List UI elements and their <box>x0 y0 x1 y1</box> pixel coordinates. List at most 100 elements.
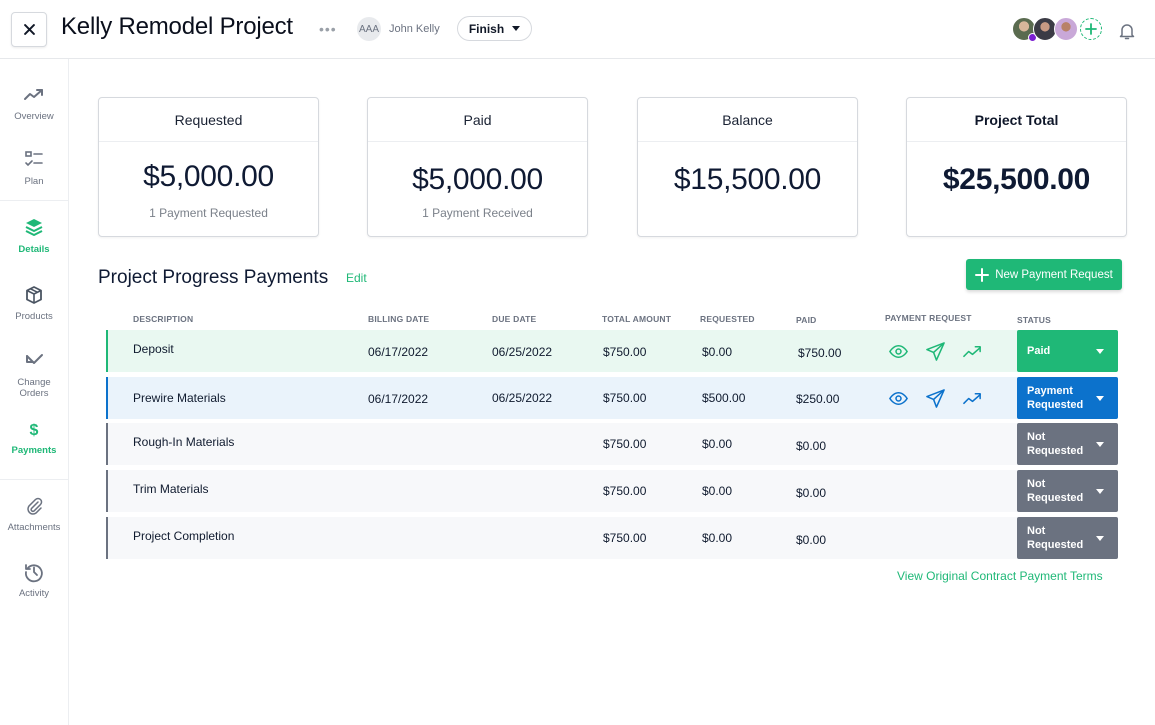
column-header-requested: REQUESTED <box>700 314 755 324</box>
payment-request-actions <box>888 377 983 419</box>
stage-select-value: Finish <box>468 21 505 36</box>
project-title: Kelly Remodel Project <box>61 13 293 40</box>
card-amount: $25,500.00 <box>942 163 1091 196</box>
client-avatar: AAA <box>357 17 381 41</box>
sidebar-item-plan[interactable]: Plan <box>0 149 68 187</box>
view-contract-terms-link[interactable]: View Original Contract Payment Terms <box>897 569 1103 583</box>
more-options-button[interactable]: ••• <box>319 21 337 37</box>
row-description: Prewire Materials <box>133 391 226 405</box>
row-description: Rough-In Materials <box>133 435 235 449</box>
project-client[interactable]: AAA John Kelly <box>357 17 440 41</box>
team-member-avatar[interactable] <box>1054 17 1078 41</box>
row-paid: $750.00 <box>798 346 842 360</box>
row-total-amount: $750.00 <box>603 484 647 498</box>
trending-up-icon[interactable] <box>962 341 983 362</box>
checklist-icon <box>25 151 43 167</box>
paperclip-icon <box>27 497 43 515</box>
card-amount: $5,000.00 <box>412 163 543 196</box>
caret-down-icon <box>1096 536 1104 541</box>
status-label: Not Requested <box>1027 431 1084 457</box>
column-header-due-date: DUE DATE <box>492 314 537 324</box>
table-row[interactable]: Deposit 06/17/2022 06/25/2022 $750.00 $0… <box>106 330 1118 372</box>
status-select[interactable]: Payment Requested <box>1017 377 1118 419</box>
row-paid: $0.00 <box>796 439 827 453</box>
row-description: Project Completion <box>133 529 235 543</box>
card-subtitle: 1 Payment Requested <box>149 206 268 220</box>
status-label: Not Requested <box>1027 478 1084 504</box>
table-row[interactable]: Rough-In Materials $750.00 $0.00 $0.00 N… <box>106 423 1118 465</box>
row-due-date: 06/25/2022 <box>492 345 553 359</box>
column-header-billing-date: BILLING DATE <box>368 314 430 324</box>
column-header-total-amount: TOTAL AMOUNT <box>602 314 672 324</box>
send-icon[interactable] <box>925 341 946 362</box>
table-row[interactable]: Project Completion $750.00 $0.00 $0.00 N… <box>106 517 1118 559</box>
trending-up-icon[interactable] <box>962 388 983 409</box>
status-select[interactable]: Not Requested <box>1017 470 1118 512</box>
project-total-summary-card: Project Total $25,500.00 <box>906 97 1127 237</box>
row-paid: $0.00 <box>796 533 827 547</box>
status-label: Payment Requested <box>1027 385 1084 411</box>
card-title: Paid <box>368 98 587 142</box>
row-requested: $0.00 <box>702 345 733 359</box>
row-paid: $250.00 <box>796 392 840 406</box>
plus-icon <box>1085 23 1097 35</box>
row-description: Deposit <box>133 342 174 356</box>
sidebar-item-attachments[interactable]: Attachments <box>0 495 68 533</box>
status-select[interactable]: Not Requested <box>1017 517 1118 559</box>
payment-request-actions <box>888 330 983 372</box>
row-due-date: 06/25/2022 <box>492 391 553 405</box>
view-eye-icon[interactable] <box>888 388 909 409</box>
client-name: John Kelly <box>389 23 440 35</box>
dollar-icon: $ <box>30 422 39 439</box>
column-header-paid: PAID <box>796 315 817 325</box>
sidebar-item-activity[interactable]: Activity <box>0 561 68 599</box>
row-billing-date: 06/17/2022 <box>368 392 429 406</box>
status-label: Not Requested <box>1027 525 1084 551</box>
sidebar-item-label: Attachments <box>7 522 61 533</box>
edit-link[interactable]: Edit <box>346 271 367 285</box>
table-header: DESCRIPTION BILLING DATE DUE DATE TOTAL … <box>106 313 1116 328</box>
stage-select[interactable]: Finish <box>457 16 532 41</box>
sidebar-item-label: Details <box>18 244 50 255</box>
caret-down-icon <box>512 26 521 31</box>
send-icon[interactable] <box>925 388 946 409</box>
close-button[interactable] <box>11 12 47 47</box>
row-requested: $0.00 <box>702 437 733 451</box>
sidebar-item-details[interactable]: Details <box>0 217 68 255</box>
status-select[interactable]: Paid <box>1017 330 1118 372</box>
sidebar-item-change-orders[interactable]: Change Orders <box>0 350 68 399</box>
notifications-bell-icon[interactable] <box>1117 21 1137 41</box>
table-row[interactable]: Trim Materials $750.00 $0.00 $0.00 Not Re… <box>106 470 1118 512</box>
history-icon <box>25 564 43 583</box>
view-eye-icon[interactable] <box>888 341 909 362</box>
trending-up-icon <box>24 89 43 100</box>
svg-text:$: $ <box>30 422 39 439</box>
plus-icon <box>975 267 990 282</box>
sidebar-divider <box>0 479 68 480</box>
add-team-member-button[interactable] <box>1080 18 1102 40</box>
section-title: Project Progress Payments <box>98 267 329 288</box>
sidebar-item-overview[interactable]: Overview <box>0 84 68 122</box>
balance-summary-card: Balance $15,500.00 <box>637 97 858 237</box>
sidebar-item-payments[interactable]: $ Payments <box>0 418 68 456</box>
row-total-amount: $750.00 <box>603 391 647 405</box>
row-billing-date: 06/17/2022 <box>368 345 429 359</box>
status-select[interactable]: Not Requested <box>1017 423 1118 465</box>
sidebar-item-label: Products <box>15 311 53 322</box>
sidebar-item-label: Activity <box>18 588 50 599</box>
table-row[interactable]: Prewire Materials 06/17/2022 06/25/2022 … <box>106 377 1118 419</box>
sidebar-item-products[interactable]: Products <box>0 284 68 322</box>
caret-down-icon <box>1096 349 1104 354</box>
sidebar-item-label: Change Orders <box>17 377 51 399</box>
team-avatars <box>1012 17 1102 42</box>
caret-down-icon <box>1096 489 1104 494</box>
row-paid: $0.00 <box>796 486 827 500</box>
row-total-amount: $750.00 <box>603 345 647 359</box>
new-payment-request-button[interactable]: New Payment Request <box>966 259 1122 290</box>
card-title: Requested <box>99 98 318 142</box>
card-title: Project Total <box>907 98 1126 142</box>
sidebar-item-label: Plan <box>24 176 44 187</box>
caret-down-icon <box>1096 396 1104 401</box>
row-total-amount: $750.00 <box>603 437 647 451</box>
sidebar-item-label: Overview <box>14 111 54 122</box>
